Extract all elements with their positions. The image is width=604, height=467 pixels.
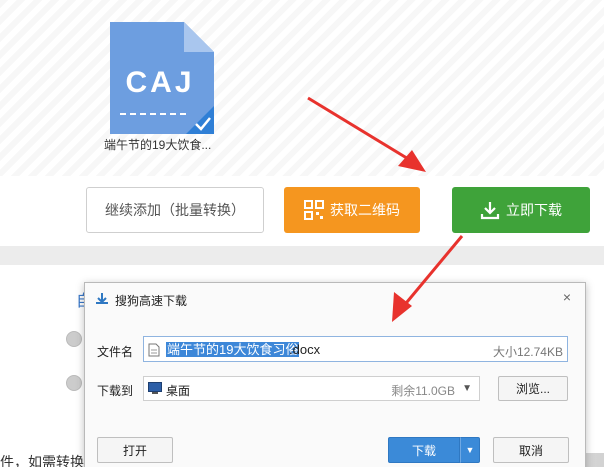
get-qr-button[interactable]: 获取二维码: [284, 187, 420, 233]
document-icon: [148, 343, 160, 357]
download-dialog: 搜狗高速下载 × 文件名 端午节的19大饮食习俗 .docx 大小12.74KB…: [84, 282, 586, 467]
download-now-button[interactable]: 立即下载: [452, 187, 590, 233]
destination-label: 下载到: [97, 384, 134, 398]
dialog-title: 搜狗高速下载: [115, 294, 188, 308]
upload-area[interactable]: [0, 0, 604, 176]
caj-file-icon: CAJ: [110, 22, 214, 134]
filename-selected-text: 端午节的19大饮食习俗: [166, 342, 300, 357]
add-more-label: 继续添加（批量转换）: [105, 202, 245, 218]
desktop-icon: [148, 382, 162, 394]
download-button[interactable]: 下载: [388, 437, 460, 463]
filename-field[interactable]: 端午节的19大饮食习俗 .docx 大小12.74KB: [143, 336, 568, 362]
qr-code-icon: [304, 200, 324, 220]
option-radio-2[interactable]: [66, 375, 82, 391]
caj-icon-text: CAJ: [125, 66, 194, 99]
filename-label: 文件名: [97, 345, 134, 359]
filename-extension: .docx: [289, 342, 321, 357]
file-name: 端午节的19大饮食...: [104, 138, 212, 152]
bottom-hint-text: 件，如需转换: [0, 454, 84, 467]
cancel-button[interactable]: 取消: [493, 437, 569, 463]
destination-select[interactable]: 桌面 剩余11.0GB ▼: [143, 376, 480, 401]
download-icon: [480, 202, 500, 220]
browse-button[interactable]: 浏览...: [498, 376, 568, 401]
option-radio-1[interactable]: [66, 331, 82, 347]
add-more-button[interactable]: 继续添加（批量转换）: [86, 187, 264, 233]
close-icon[interactable]: ×: [563, 289, 571, 305]
download-now-label: 立即下载: [506, 202, 562, 218]
destination-name: 桌面: [166, 384, 191, 398]
open-button[interactable]: 打开: [97, 437, 173, 463]
get-qr-label: 获取二维码: [330, 202, 400, 218]
chevron-down-icon[interactable]: ▼: [462, 383, 472, 394]
free-space: 剩余11.0GB: [391, 384, 455, 398]
download-options-chevron-icon[interactable]: ▼: [460, 437, 480, 463]
sogou-download-icon: [96, 293, 108, 304]
file-size: 大小12.74KB: [492, 345, 563, 359]
